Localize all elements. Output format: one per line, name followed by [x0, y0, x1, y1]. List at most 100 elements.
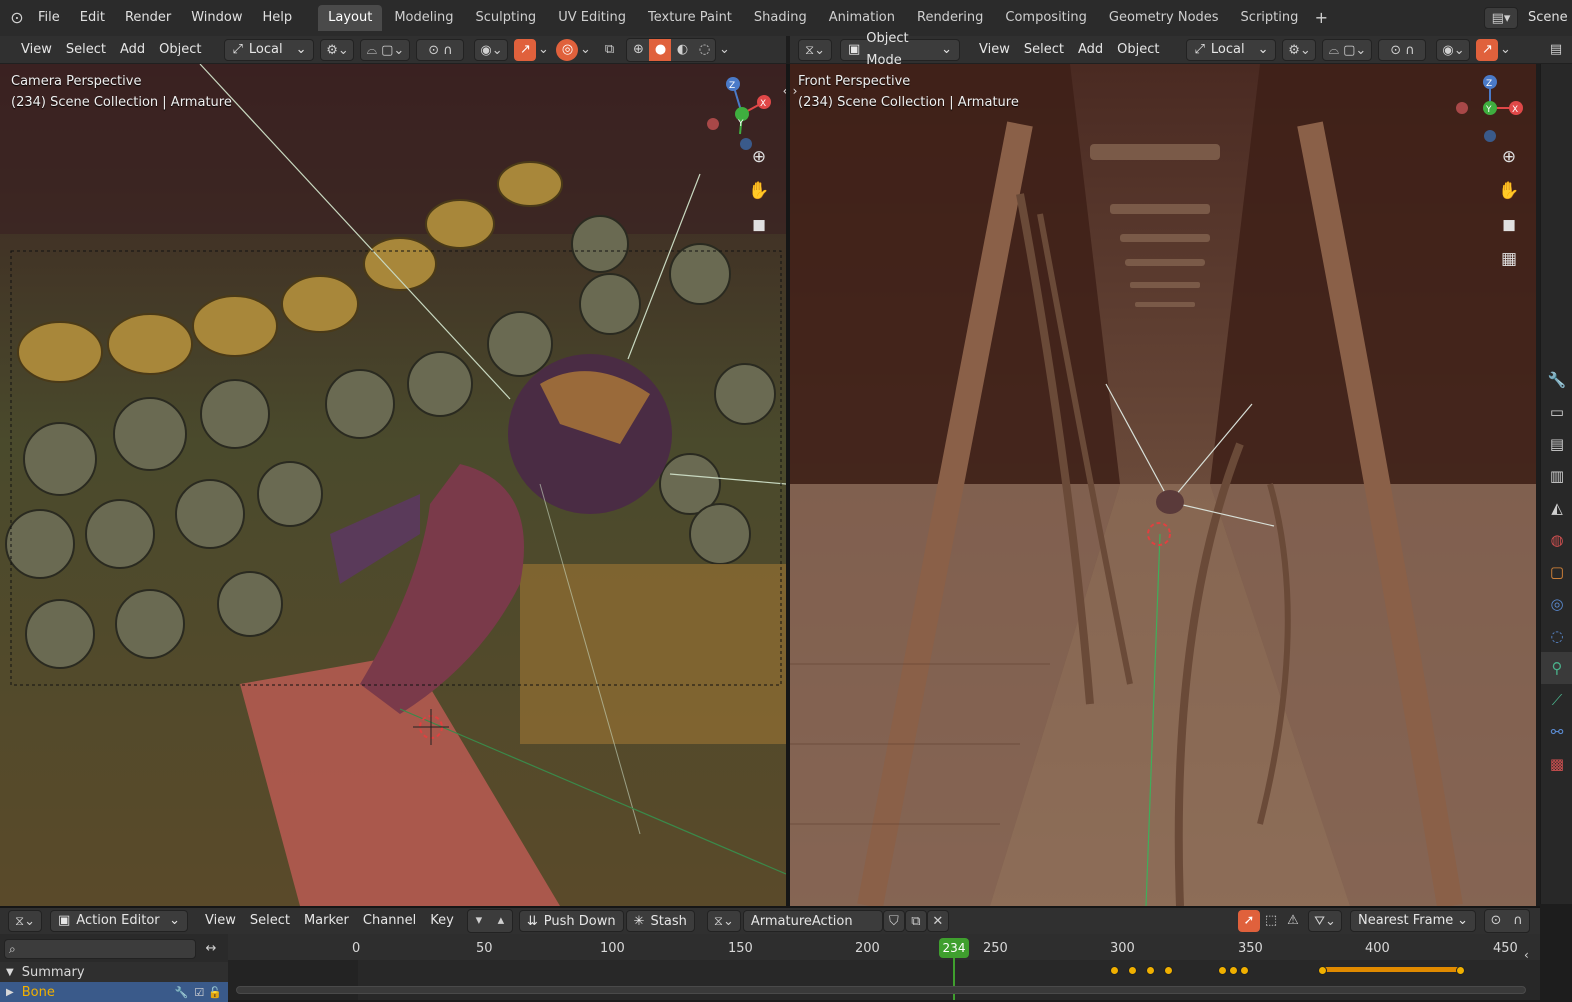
- collapse-arrow-icon[interactable]: ›: [790, 78, 808, 104]
- ae-menu-marker[interactable]: Marker: [297, 910, 356, 932]
- editor-mode-dropdown[interactable]: ▣ Action Editor ⌄: [50, 910, 188, 932]
- ae-menu-channel[interactable]: Channel: [356, 910, 423, 932]
- pan-hand-icon[interactable]: ✋: [1496, 178, 1522, 204]
- action-name-field[interactable]: ArmatureAction: [742, 910, 883, 932]
- ae-menu-key[interactable]: Key: [423, 910, 461, 932]
- overlay-dropdown-icon[interactable]: ⌄: [578, 39, 592, 61]
- h-scrollbar[interactable]: [236, 986, 1526, 994]
- layer-down-icon[interactable]: ▾: [468, 910, 490, 932]
- gizmo-dropdown-icon[interactable]: ⌄: [1498, 39, 1512, 61]
- zoom-icon[interactable]: ⊕: [1496, 144, 1522, 170]
- object-tab-icon[interactable]: ▢: [1541, 556, 1572, 588]
- visibility-icon[interactable]: ◉⌄: [1436, 38, 1471, 61]
- collapse-triangle-icon[interactable]: ▶: [6, 987, 14, 998]
- texture-tab-icon[interactable]: ▩: [1541, 748, 1572, 780]
- right-menu-add[interactable]: Add: [1071, 39, 1110, 61]
- navigation-gizmo[interactable]: Z X Y: [706, 74, 776, 154]
- properties-editor-icon[interactable]: ▤: [1545, 39, 1567, 61]
- right-menu-object[interactable]: Object: [1110, 39, 1166, 61]
- camera-icon[interactable]: ◼: [1496, 212, 1522, 238]
- right-orientation-dropdown[interactable]: ⤢ Local ⌄: [1186, 38, 1277, 61]
- menu-render[interactable]: Render: [115, 6, 181, 30]
- keyframe[interactable]: [1229, 966, 1238, 975]
- proportional-edit-icon[interactable]: ⊙ ∩: [416, 38, 465, 61]
- left-orientation-dropdown[interactable]: ⤢ Local ⌄: [224, 38, 315, 61]
- show-hidden-icon[interactable]: ⬚: [1260, 910, 1282, 932]
- tab-compositing[interactable]: Compositing: [995, 5, 1097, 31]
- object-data-tab-icon[interactable]: ⚲: [1541, 652, 1572, 684]
- tab-geometry-nodes[interactable]: Geometry Nodes: [1099, 5, 1229, 31]
- perspective-grid-icon[interactable]: ▦: [1496, 246, 1522, 272]
- gizmo-toggle-icon[interactable]: ↗: [1476, 38, 1499, 61]
- checkbox-icon[interactable]: ☑: [194, 986, 204, 999]
- keyframe[interactable]: [1240, 966, 1249, 975]
- gizmo-toggle-icon[interactable]: ↗: [514, 38, 537, 61]
- tab-scripting[interactable]: Scripting: [1231, 5, 1309, 31]
- channel-bone-row[interactable]: ▶ Bone 🔧 ☑ 🔓: [0, 982, 228, 1002]
- blender-logo-icon[interactable]: ⊙: [6, 7, 28, 29]
- bone-tab-icon[interactable]: ⟋: [1541, 684, 1572, 716]
- right-menu-select[interactable]: Select: [1017, 39, 1071, 61]
- collapse-arrow-icon[interactable]: ‹: [772, 78, 786, 104]
- fake-user-shield-icon[interactable]: ⛉: [882, 910, 905, 932]
- tab-shading[interactable]: Shading: [744, 5, 817, 31]
- tab-uv-editing[interactable]: UV Editing: [548, 5, 636, 31]
- visibility-icon[interactable]: ◉⌄: [474, 38, 509, 61]
- menu-file[interactable]: File: [28, 6, 70, 30]
- left-menu-object[interactable]: Object: [152, 39, 208, 61]
- keyframe[interactable]: [1218, 966, 1227, 975]
- wireframe-shading-icon[interactable]: ⊕: [627, 39, 649, 61]
- pivot-point-icon[interactable]: ⚙⌄: [320, 38, 355, 61]
- lock-icon[interactable]: 🔓: [208, 986, 222, 999]
- duplicate-action-icon[interactable]: ⧉: [904, 910, 927, 932]
- keyframe[interactable]: [1146, 966, 1155, 975]
- world-tab-icon[interactable]: ◍: [1541, 524, 1572, 556]
- shading-dropdown-icon[interactable]: ⌄: [716, 39, 732, 61]
- pan-hand-icon[interactable]: ✋: [746, 178, 772, 204]
- only-errors-icon[interactable]: ⚠: [1282, 910, 1304, 932]
- left-menu-view[interactable]: View: [14, 39, 59, 61]
- expand-triangle-icon[interactable]: ▼: [6, 967, 14, 978]
- rendered-shading-icon[interactable]: ◌: [693, 39, 715, 61]
- left-menu-add[interactable]: Add: [113, 39, 152, 61]
- physics-tab-icon[interactable]: ◌: [1541, 620, 1572, 652]
- current-frame-indicator[interactable]: 234: [939, 938, 969, 958]
- keyframe[interactable]: [1318, 966, 1327, 975]
- right-menu-view[interactable]: View: [972, 39, 1017, 61]
- mode-dropdown[interactable]: ▣ Object Mode ⌄: [840, 31, 960, 68]
- snapping-dropdown[interactable]: Nearest Frame ⌄: [1350, 910, 1476, 932]
- menu-edit[interactable]: Edit: [70, 6, 115, 30]
- zoom-icon[interactable]: ⊕: [746, 144, 772, 170]
- tab-texture-paint[interactable]: Texture Paint: [638, 5, 742, 31]
- left-menu-select[interactable]: Select: [59, 39, 113, 61]
- output-tab-icon[interactable]: ▤: [1541, 428, 1572, 460]
- front-viewport[interactable]: Front Perspective (234) Scene Collection…: [790, 64, 1536, 906]
- tab-modeling[interactable]: Modeling: [384, 5, 463, 31]
- navigation-gizmo[interactable]: Z X Y: [1450, 74, 1530, 154]
- solid-shading-icon[interactable]: ●: [649, 38, 672, 61]
- tool-tab-icon[interactable]: 🔧: [1541, 364, 1572, 396]
- material-shading-icon[interactable]: ◐: [671, 39, 693, 61]
- scene-selector-icon[interactable]: ▤▾: [1484, 7, 1518, 29]
- proportional-edit-icon[interactable]: ⊙: [1485, 910, 1507, 932]
- push-down-button[interactable]: ⇊ Push Down: [518, 910, 624, 932]
- keyframe[interactable]: [1456, 966, 1465, 975]
- stash-button[interactable]: ✳ Stash: [625, 910, 695, 932]
- swap-arrows-icon[interactable]: ↔: [200, 938, 222, 960]
- keyframe[interactable]: [1164, 966, 1173, 975]
- gizmo-dropdown-icon[interactable]: ⌄: [536, 39, 550, 61]
- tab-sculpting[interactable]: Sculpting: [465, 5, 546, 31]
- overlay-toggle-icon[interactable]: ◎: [556, 38, 579, 61]
- search-field[interactable]: ⌕: [4, 939, 196, 959]
- collapse-arrow-icon[interactable]: ‹: [1524, 948, 1529, 962]
- scene-name[interactable]: Scene: [1524, 6, 1572, 30]
- add-workspace-button[interactable]: +: [1310, 7, 1332, 29]
- action-browse-icon[interactable]: ⧖⌄: [706, 910, 741, 932]
- ae-menu-select[interactable]: Select: [243, 910, 297, 932]
- layer-up-icon[interactable]: ▴: [490, 910, 512, 932]
- editor-type-icon[interactable]: ⧖⌄: [8, 910, 42, 932]
- pivot-point-icon[interactable]: ⚙⌄: [1282, 38, 1317, 61]
- proportional-edit-icon[interactable]: ⊙ ∩: [1378, 38, 1427, 61]
- keyframe[interactable]: [1110, 966, 1119, 975]
- editor-type-icon[interactable]: ⧖⌄: [798, 38, 832, 61]
